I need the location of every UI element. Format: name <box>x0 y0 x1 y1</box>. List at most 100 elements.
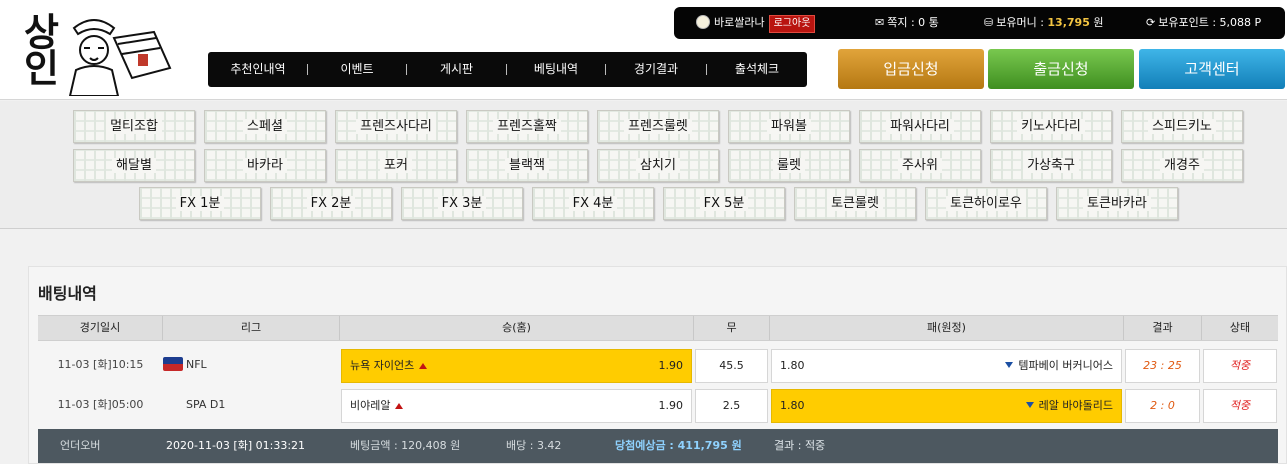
row-league: SPA D1 <box>186 398 226 411</box>
user-avatar-icon <box>696 15 710 29</box>
message-group[interactable]: ✉ 쪽지 : 0 통 <box>875 7 939 39</box>
away-odds: 1.80 <box>780 399 805 412</box>
row-result: 2 : 0 <box>1125 389 1200 423</box>
expected-winnings: 당첨예상금 : 411,795 원 <box>615 439 742 452</box>
game-fx-3min[interactable]: FX 3분 <box>401 187 523 220</box>
game-poker[interactable]: 포커 <box>335 149 457 182</box>
game-friends-roulette[interactable]: 프렌즈룰렛 <box>597 110 719 143</box>
game-friends-ladder[interactable]: 프렌즈사다리 <box>335 110 457 143</box>
away-pick-box[interactable]: 1.80 템파베이 버커니어스 <box>771 349 1122 383</box>
game-baccarat[interactable]: 바카라 <box>204 149 326 182</box>
th-date: 경기일시 <box>38 316 163 340</box>
bet-amount: 베팅금액 : 120,408 원 <box>350 439 461 452</box>
message-count: 쪽지 : 0 통 <box>887 16 939 29</box>
row-result: 23 : 25 <box>1125 349 1200 383</box>
draw-box[interactable]: 2.5 <box>695 389 768 423</box>
nav-board[interactable]: 게시판 <box>407 52 506 87</box>
table-row: 11-03 [화]05:00 SPA D1 비야레알 1.90 2.5 1.80… <box>38 387 1278 423</box>
home-pick-box[interactable]: 뉴욕 자이언츠 1.90 <box>341 349 692 383</box>
user-name-group: 바로쌀라나 로그아웃 <box>696 7 816 39</box>
logout-button[interactable]: 로그아웃 <box>768 15 816 33</box>
refresh-icon[interactable]: ⟳ <box>1146 7 1155 39</box>
away-team: 레알 바야돌리드 <box>1038 399 1113 412</box>
status-badge: 적중 <box>1203 389 1277 423</box>
home-pick-box[interactable]: 비야레알 1.90 <box>341 389 692 423</box>
game-menu-grid: 멀티조합 스페셜 프렌즈사다리 프렌즈홀짝 프렌즈룰렛 파워볼 파워사다리 키노… <box>0 101 1287 229</box>
user-info-bar: 바로쌀라나 로그아웃 ✉ 쪽지 : 0 통 ⛁ 보유머니 : 13,795 원 ⟳ 보유… <box>674 7 1285 39</box>
game-dice[interactable]: 주사위 <box>859 149 981 182</box>
th-home: 승(홈) <box>340 316 694 340</box>
home-team: 비야레알 <box>350 399 391 412</box>
game-samchigi[interactable]: 삼치기 <box>597 149 719 182</box>
table-header: 경기일시 리그 승(홈) 무 패(원정) 결과 상태 <box>38 315 1278 341</box>
site-header: 상인 바로쌀라나 로그아웃 ✉ 쪽지 : 0 통 ⛁ 보유머니 : 13,795 원 <box>0 0 1287 100</box>
nav-betting-history[interactable]: 베팅내역 <box>507 52 605 87</box>
coins-icon: ⛁ <box>984 16 994 29</box>
status-badge: 적중 <box>1203 349 1277 383</box>
home-odds: 1.90 <box>658 399 684 412</box>
money-unit: 원 <box>1093 16 1104 29</box>
game-token-roulette[interactable]: 토큰룰렛 <box>794 187 916 220</box>
betting-history-panel: 배팅내역 경기일시 리그 승(홈) 무 패(원정) 결과 상태 11-03 [화… <box>28 266 1287 464</box>
game-special[interactable]: 스페셜 <box>204 110 326 143</box>
th-result: 결과 <box>1124 316 1202 340</box>
home-team: 뉴욕 자이언츠 <box>350 359 415 372</box>
customer-center-button[interactable]: 고객센터 <box>1139 49 1285 89</box>
arrow-down-icon <box>1025 402 1034 408</box>
money-label: 보유머니 : <box>996 16 1044 29</box>
nav-game-results[interactable]: 경기결과 <box>606 52 706 87</box>
money-value: 13,795 <box>1047 16 1090 29</box>
game-blackjack[interactable]: 블랙잭 <box>466 149 588 182</box>
game-friends-oddeven[interactable]: 프렌즈홀짝 <box>466 110 588 143</box>
home-odds: 1.90 <box>658 359 684 372</box>
game-powerball[interactable]: 파워볼 <box>728 110 850 143</box>
away-odds: 1.80 <box>780 359 805 372</box>
money-group: ⛁ 보유머니 : 13,795 원 <box>984 7 1103 39</box>
th-away: 패(원정) <box>770 316 1124 340</box>
bet-odds: 배당 : 3.42 <box>506 439 562 452</box>
nav-referral[interactable]: 추천인내역 <box>208 52 308 87</box>
draw-value: 45.5 <box>719 359 744 372</box>
arrow-up-icon <box>395 403 404 409</box>
points-label: 보유포인트 : 5,088 P <box>1158 16 1262 29</box>
page-title: 배팅내역 <box>38 284 97 303</box>
row-date: 11-03 [화]05:00 <box>57 398 144 411</box>
game-token-hilo[interactable]: 토큰하이로우 <box>925 187 1047 220</box>
draw-box[interactable]: 45.5 <box>695 349 768 383</box>
table-row: 11-03 [화]10:15 NFL 뉴욕 자이언츠 1.90 45.5 1.8… <box>38 347 1278 383</box>
game-roulette[interactable]: 룰렛 <box>728 149 850 182</box>
away-pick-box[interactable]: 1.80 레알 바야돌리드 <box>771 389 1122 423</box>
game-keno-ladder[interactable]: 키노사다리 <box>990 110 1112 143</box>
game-token-baccarat[interactable]: 토큰바카라 <box>1056 187 1178 220</box>
bet-result: 결과 : 적중 <box>774 439 826 452</box>
game-fx-2min[interactable]: FX 2분 <box>270 187 392 220</box>
arrow-down-icon <box>1005 362 1014 368</box>
game-sun-moon-star[interactable]: 해달별 <box>73 149 195 182</box>
nfl-logo-icon <box>163 357 183 371</box>
withdraw-button[interactable]: 출금신청 <box>988 49 1134 89</box>
game-virtual-soccer[interactable]: 가상축구 <box>990 149 1112 182</box>
site-logo[interactable]: 상인 <box>14 8 184 96</box>
game-dog-race[interactable]: 개경주 <box>1121 149 1243 182</box>
game-multi-combo[interactable]: 멀티조합 <box>73 110 195 143</box>
game-power-ladder[interactable]: 파워사다리 <box>859 110 981 143</box>
game-fx-5min[interactable]: FX 5분 <box>663 187 785 220</box>
arrow-up-icon <box>419 363 428 369</box>
row-league: NFL <box>163 347 340 383</box>
game-speed-keno[interactable]: 스피드키노 <box>1121 110 1243 143</box>
bet-summary-bar: 언더오버 2020-11-03 [화] 01:33:21 베팅금액 : 120,… <box>38 429 1278 463</box>
row-date: 11-03 [화]10:15 <box>57 358 144 371</box>
th-status: 상태 <box>1229 321 1251 334</box>
draw-value: 2.5 <box>722 399 741 412</box>
main-nav: 추천인내역 이벤트 게시판 베팅내역 경기결과 출석체크 <box>208 52 807 87</box>
points-group: ⟳ 보유포인트 : 5,088 P <box>1146 7 1261 39</box>
game-fx-4min[interactable]: FX 4분 <box>532 187 654 220</box>
nav-event[interactable]: 이벤트 <box>308 52 406 87</box>
game-fx-1min[interactable]: FX 1분 <box>139 187 261 220</box>
merchant-illustration-icon <box>68 19 172 96</box>
away-team: 템파베이 버커니어스 <box>1018 359 1113 372</box>
envelope-icon: ✉ <box>875 16 885 29</box>
nav-attendance[interactable]: 출석체크 <box>707 52 807 87</box>
bet-datetime: 2020-11-03 [화] 01:33:21 <box>166 439 306 452</box>
deposit-button[interactable]: 입금신청 <box>838 49 984 89</box>
